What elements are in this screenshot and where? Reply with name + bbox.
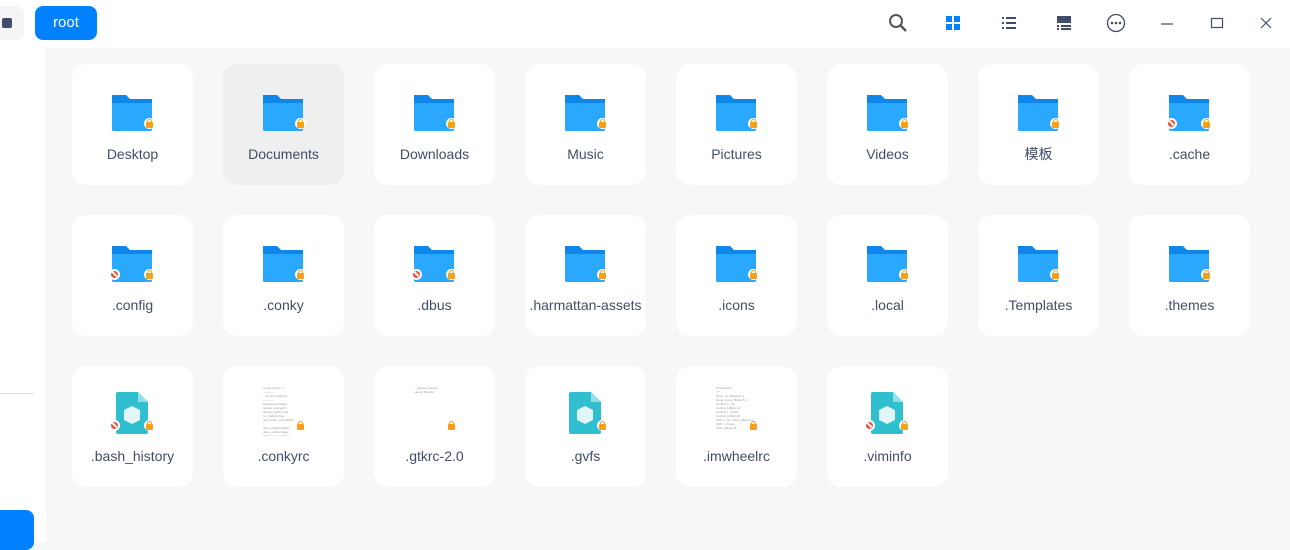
lock-icon (597, 420, 608, 431)
minimize-button[interactable] (1152, 8, 1182, 38)
lock-icon (144, 269, 155, 280)
item-label: .gvfs (570, 448, 601, 464)
lock-icon (748, 269, 759, 280)
close-button[interactable] (1251, 8, 1281, 38)
lock-icon (1050, 269, 1061, 280)
folder-item[interactable]: Downloads (374, 64, 495, 185)
item-label: 模板 (1024, 146, 1053, 162)
item-label: .conky (263, 297, 304, 313)
maximize-icon (1210, 17, 1224, 29)
item-label: .cache (1168, 146, 1211, 162)
tree-view-icon (1057, 16, 1071, 30)
lock-icon (899, 118, 910, 129)
lock-icon (446, 269, 457, 280)
item-label: .icons (718, 297, 755, 313)
lock-icon (144, 118, 155, 129)
folder-item[interactable]: .icons (676, 215, 797, 336)
more-icon (1106, 13, 1126, 33)
list-view-icon (1002, 17, 1016, 29)
lock-icon (1201, 269, 1212, 280)
breadcrumb-root[interactable]: root (35, 6, 97, 40)
folder-item[interactable]: .config (72, 215, 193, 336)
lock-icon (144, 420, 155, 431)
lock-icon (1201, 118, 1212, 129)
item-label: .local (871, 297, 904, 313)
sidebar-toggle-button[interactable] (0, 6, 24, 40)
lock-icon (446, 118, 457, 129)
no-access-icon (411, 269, 422, 280)
lock-icon (899, 269, 910, 280)
folder-item[interactable]: Desktop (72, 64, 193, 185)
sidebar (0, 48, 46, 550)
lock-icon (1050, 118, 1061, 129)
icon-view-button[interactable] (938, 8, 968, 38)
lock-icon (597, 269, 608, 280)
item-label: Downloads (399, 146, 470, 162)
file-item[interactable]: .gvfs (525, 366, 646, 487)
folder-item[interactable]: .Templates (978, 215, 1099, 336)
item-label: Pictures (711, 146, 762, 162)
no-access-icon (1166, 118, 1177, 129)
sidebar-divider (0, 393, 34, 394)
lock-icon (748, 420, 759, 431)
minimize-icon (1161, 23, 1173, 25)
folder-item[interactable]: .conky (223, 215, 344, 336)
lock-icon (446, 420, 457, 431)
lock-icon (295, 269, 306, 280)
lock-icon (597, 118, 608, 129)
item-label: .Templates (1004, 297, 1073, 313)
folder-item[interactable]: Videos (827, 64, 948, 185)
file-item[interactable]: conky.config = {---------- -- lemonx Sett… (223, 366, 344, 487)
close-icon (1260, 17, 1272, 29)
lock-icon (899, 420, 910, 431)
item-label: .conkyrc (257, 448, 310, 464)
folder-item[interactable]: 模板 (978, 64, 1099, 185)
item-label: .dbus (417, 297, 452, 313)
item-label: Videos (866, 146, 909, 162)
folder-item[interactable]: Music (525, 64, 646, 185)
file-item[interactable]: gtk-icon-theme-name="Breeze" .gtkrc-2.0 (374, 366, 495, 487)
item-label: Music (567, 146, 604, 162)
lock-icon (295, 420, 306, 431)
folder-item[interactable]: .themes (1129, 215, 1250, 336)
item-label: .bash_history (90, 448, 175, 464)
folder-item[interactable]: .cache (1129, 64, 1250, 185)
sidebar-action-button[interactable] (0, 510, 34, 550)
folder-item[interactable]: .harmattan-assets (525, 215, 646, 336)
maximize-button[interactable] (1202, 8, 1232, 38)
more-button[interactable] (1101, 8, 1131, 38)
folder-item[interactable]: Pictures (676, 64, 797, 185)
folder-item[interactable]: Documents (223, 64, 344, 185)
search-button[interactable] (883, 8, 913, 38)
item-label: .viminfo (863, 448, 912, 464)
item-label: .gtkrc-2.0 (405, 448, 464, 464)
no-access-icon (109, 420, 120, 431)
tree-view-button[interactable] (1049, 8, 1079, 38)
item-label: Desktop (106, 146, 159, 162)
item-label: Documents (248, 146, 319, 162)
item-label: .themes (1164, 297, 1215, 313)
file-item[interactable]: .viminfo (827, 366, 948, 487)
title-bar: root (0, 0, 1290, 48)
folder-item[interactable]: .local (827, 215, 948, 336)
item-label: .imwheelrc (703, 448, 770, 464)
folder-item[interactable]: .dbus (374, 215, 495, 336)
lock-icon (295, 118, 306, 129)
lock-icon (748, 118, 759, 129)
icon-view-icon (946, 16, 960, 30)
no-access-icon (864, 420, 875, 431)
file-item[interactable]: .bash_history (72, 366, 193, 487)
list-view-button[interactable] (994, 8, 1024, 38)
no-access-icon (109, 269, 120, 280)
item-label: .harmattan-assets (529, 297, 642, 313)
item-label: .config (111, 297, 154, 313)
search-icon (889, 14, 907, 32)
file-item[interactable]: # imwheelrc ".*" None, Up, Button4, 3 None,… (676, 366, 797, 487)
sidebar-icon (2, 18, 12, 28)
